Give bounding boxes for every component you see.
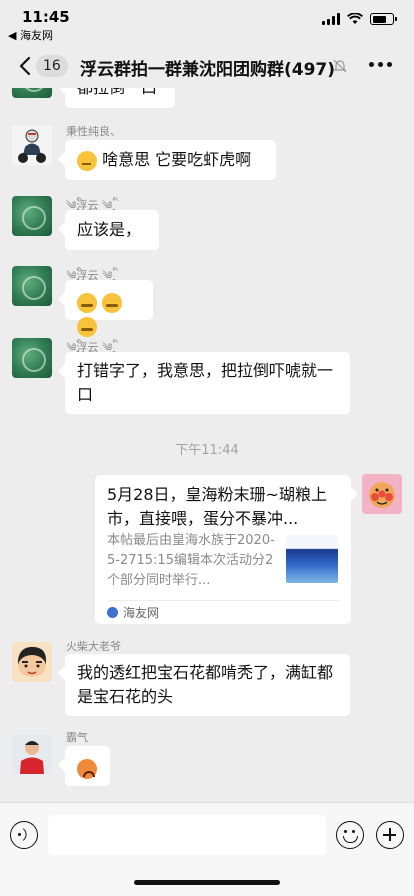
status-bar: 11:45 ◀ 海友网 [0, 0, 414, 44]
link-card-thumbnail [286, 535, 338, 583]
message-text: 都拉倒一口 [77, 88, 157, 97]
angry-face-emoji-icon [77, 758, 97, 779]
emoji-picker-icon[interactable] [336, 821, 364, 849]
time-divider: 下午11:44 [175, 443, 239, 458]
sender-avatar[interactable] [12, 88, 52, 98]
link-card-title: 5月28日，皇海粉末珊~瑚粮上市，直接喂，蛋分不暴冲... [107, 485, 327, 528]
sender-name: 秉性纯良、 [66, 125, 121, 138]
sender-name: 霸气 [66, 731, 88, 744]
link-card-divider [107, 600, 339, 601]
link-card-source: 海友网 [107, 604, 159, 621]
cartoon-boy-icon [12, 642, 52, 682]
person-photo-icon [12, 734, 52, 774]
motorcycle-rider-icon [12, 125, 52, 165]
message-bubble[interactable]: 啥意思 它要吃虾虎啊 [65, 140, 276, 180]
home-indicator [134, 880, 280, 885]
status-back-to-app[interactable]: ◀ 海友网 [8, 27, 53, 43]
link-card-description: 本帖最后由皇海水族于2020-5-2715:15编辑本次活动分2个部分同时举行.… [107, 533, 275, 588]
add-attachment-icon[interactable] [376, 821, 404, 849]
sender-avatar[interactable] [12, 734, 52, 774]
status-icons [322, 13, 397, 25]
wifi-icon [347, 13, 363, 24]
sender-avatar[interactable] [12, 266, 52, 306]
sweat-face-emoji-icon [77, 292, 97, 313]
thinking-face-emoji-icon [77, 150, 97, 171]
sender-avatar[interactable] [12, 338, 52, 378]
sender-avatar[interactable] [12, 196, 52, 236]
more-options-icon[interactable] [369, 62, 392, 67]
message-bubble[interactable]: 我的透红把宝石花都啃秃了，满缸都是宝石花的头 [65, 654, 350, 716]
unread-count-badge[interactable]: 16 [36, 55, 68, 77]
chat-title[interactable]: 浮云群拍一群兼沈阳团购群(497) [80, 55, 335, 80]
message-text: 打错字了，我意思，把拉倒吓唬就一口 [77, 361, 334, 404]
link-preview-card[interactable]: 5月28日，皇海粉末珊~瑚粮上市，直接喂，蛋分不暴冲... 本帖最后由皇海水族于… [95, 475, 351, 624]
message-text: 应该是， [77, 220, 142, 239]
message-bubble[interactable] [65, 746, 110, 786]
voice-input-icon[interactable] [10, 821, 38, 849]
sender-avatar[interactable] [12, 125, 52, 165]
battery-icon [370, 13, 397, 25]
sweat-face-emoji-icon [102, 292, 123, 313]
cellular-signal-icon [322, 13, 340, 25]
battery-level [372, 15, 386, 23]
link-card-source-name: 海友网 [123, 606, 160, 620]
anpanman-icon [362, 474, 402, 514]
message-text: 我的透红把宝石花都啃秃了，满缸都是宝石花的头 [77, 663, 334, 706]
mute-bell-icon [333, 59, 347, 73]
back-chevron-icon[interactable] [14, 54, 38, 78]
message-bubble[interactable] [65, 280, 153, 337]
message-bubble[interactable]: 都拉倒一口 [65, 88, 175, 108]
my-avatar[interactable] [362, 474, 402, 514]
sweat-face-emoji-icon [77, 316, 97, 337]
chat-header: 16 浮云群拍一群兼沈阳团购群(497) [0, 44, 414, 88]
sender-avatar[interactable] [12, 642, 52, 682]
message-input[interactable] [48, 815, 326, 855]
haiyou-logo-icon [107, 607, 118, 618]
sender-name: 火柴大老爷 [66, 640, 121, 653]
message-bubble[interactable]: 打错字了，我意思，把拉倒吓唬就一口 [65, 352, 350, 414]
message-text: 啥意思 它要吃虾虎啊 [102, 150, 252, 169]
message-bubble[interactable]: 应该是， [65, 210, 159, 250]
status-time: 11:45 [22, 8, 70, 26]
message-list[interactable]: 都拉倒一口 秉性纯良、 啥意思 它要吃虾虎啊 ༄྄ི浮云 ༄྄ི 应该是， ༄྄… [0, 88, 414, 802]
